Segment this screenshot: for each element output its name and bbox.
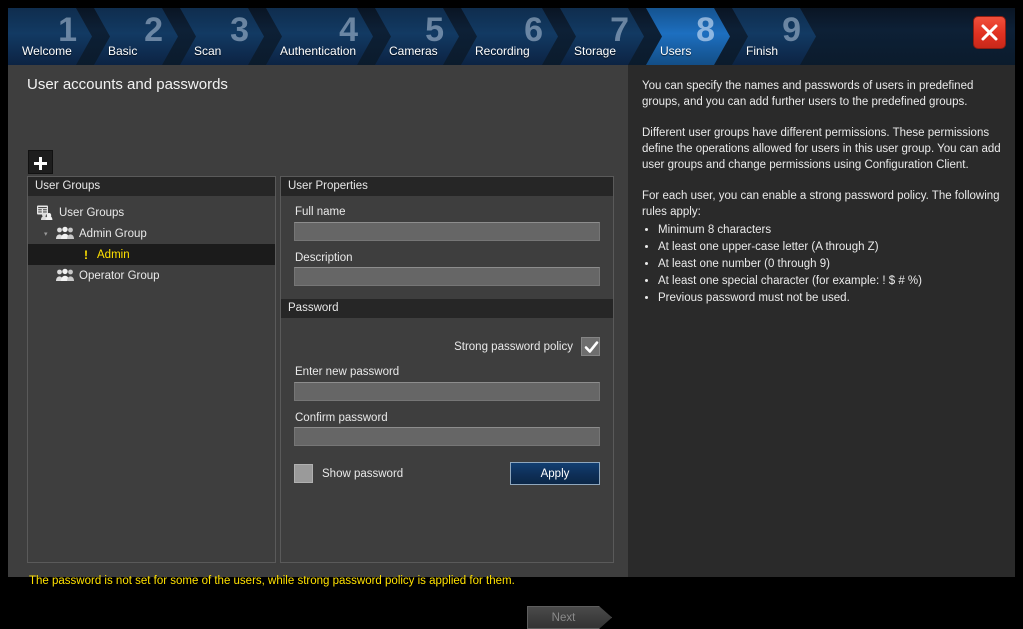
wizard-step-label: Finish bbox=[746, 44, 779, 58]
group-icon bbox=[56, 226, 74, 241]
add-user-button[interactable] bbox=[28, 150, 53, 174]
help-paragraph: Different user groups have different per… bbox=[642, 127, 1001, 171]
wizard-step-basic[interactable]: 2 Basic bbox=[94, 8, 178, 65]
full-name-input[interactable] bbox=[294, 221, 600, 241]
tree-item-label: User Groups bbox=[59, 206, 125, 219]
wizard-step-label: Scan bbox=[194, 44, 222, 58]
wizard-step-number: 9 bbox=[782, 11, 800, 49]
wizard-step-scan[interactable]: 3 Scan bbox=[180, 8, 264, 65]
tree-item-label: Admin Group bbox=[79, 227, 147, 240]
next-button-label: Next bbox=[551, 611, 576, 624]
password-form: Strong password policy Enter new passwor… bbox=[281, 318, 613, 485]
tree-item-label: Admin bbox=[97, 248, 130, 261]
help-pane: You can specify the names and passwords … bbox=[628, 65, 1015, 577]
help-rule-item: At least one upper-case letter (A throug… bbox=[658, 239, 1001, 256]
wizard-step-cameras[interactable]: 5 Cameras bbox=[375, 8, 459, 65]
wizard-step-recording[interactable]: 6 Recording bbox=[461, 8, 558, 65]
password-actions-row: Show password Apply bbox=[294, 462, 600, 485]
wizard-step-number: 3 bbox=[230, 11, 248, 49]
user-groups-panel: User Groups User Groups ▾ Admin Group! Admi… bbox=[27, 176, 276, 563]
left-pane: User accounts and passwords User Groups … bbox=[8, 65, 628, 577]
new-password-input[interactable] bbox=[294, 381, 600, 401]
tree-item-label: Operator Group bbox=[79, 269, 160, 282]
wizard-step-label: Recording bbox=[475, 44, 530, 58]
strong-password-policy-label: Strong password policy bbox=[454, 340, 573, 353]
wizard-step-label: Welcome bbox=[22, 44, 72, 58]
wizard-step-bar: 1 Welcome 2 Basic 3 Scan 4 Authentication 5 Camer… bbox=[8, 8, 1015, 65]
wizard-step-label: Authentication bbox=[280, 44, 357, 58]
strong-password-policy-row: Strong password policy bbox=[294, 337, 600, 356]
wizard-content: User accounts and passwords User Groups … bbox=[8, 65, 1015, 577]
user-properties-panel-header: User Properties bbox=[281, 177, 613, 196]
tree-item[interactable]: ! Admin bbox=[28, 244, 275, 265]
next-button[interactable]: Next bbox=[527, 606, 612, 629]
wizard-step-label: Cameras bbox=[389, 44, 438, 58]
confirm-password-input[interactable] bbox=[294, 427, 600, 446]
status-warning-message: The password is not set for some of the … bbox=[29, 575, 515, 587]
wizard-step-number: 2 bbox=[144, 11, 162, 49]
user-properties-panel: User Properties Full name Description Pa… bbox=[280, 176, 614, 563]
wizard-step-label: Basic bbox=[108, 44, 138, 58]
tree-item[interactable]: ▾ Admin Group bbox=[28, 223, 275, 244]
description-input[interactable] bbox=[294, 267, 600, 286]
wizard-step-welcome[interactable]: 1 Welcome bbox=[8, 8, 92, 65]
help-rules-list: Minimum 8 charactersAt least one upper-c… bbox=[658, 222, 1001, 307]
page-title: User accounts and passwords bbox=[27, 76, 228, 93]
apply-button[interactable]: Apply bbox=[510, 462, 600, 485]
password-section-header: Password bbox=[281, 299, 613, 318]
show-password-checkbox[interactable] bbox=[294, 464, 313, 483]
wizard-step-finish[interactable]: 9 Finish bbox=[732, 8, 816, 65]
strong-password-policy-checkbox[interactable] bbox=[581, 337, 600, 356]
tree-item[interactable]: User Groups bbox=[28, 202, 275, 223]
wizard-window: 1 Welcome 2 Basic 3 Scan 4 Authentication 5 Camer… bbox=[8, 8, 1015, 577]
full-name-label: Full name bbox=[295, 206, 346, 218]
wizard-step-number: 8 bbox=[696, 11, 714, 49]
show-password-label: Show password bbox=[322, 467, 404, 480]
tree-item[interactable]: Operator Group bbox=[28, 265, 275, 286]
confirm-password-label: Confirm password bbox=[295, 411, 388, 424]
wizard-step-label: Storage bbox=[574, 44, 617, 58]
help-paragraph: For each user, you can enable a strong p… bbox=[642, 190, 1000, 218]
user-groups-panel-header: User Groups bbox=[28, 177, 275, 196]
user-groups-root-icon bbox=[36, 205, 54, 220]
chevron-down-icon[interactable]: ▾ bbox=[44, 230, 54, 238]
wizard-step-users[interactable]: 8 Users bbox=[646, 8, 730, 65]
close-button[interactable] bbox=[973, 16, 1006, 49]
help-paragraph: You can specify the names and passwords … bbox=[642, 80, 974, 108]
wizard-step-authentication[interactable]: 4 Authentication bbox=[266, 8, 373, 65]
group-icon bbox=[56, 268, 74, 283]
help-rule-item: Minimum 8 characters bbox=[658, 222, 1001, 239]
wizard-steps: 1 Welcome 2 Basic 3 Scan 4 Authentication 5 Camer… bbox=[8, 8, 818, 65]
new-password-label: Enter new password bbox=[295, 366, 400, 378]
help-rule-item: At least one special character (for exam… bbox=[658, 273, 1001, 290]
help-rule-item: At least one number (0 through 9) bbox=[658, 256, 1001, 273]
wizard-step-label: Users bbox=[660, 44, 692, 58]
show-password-row: Show password bbox=[294, 464, 403, 483]
wizard-step-storage[interactable]: 7 Storage bbox=[560, 8, 644, 65]
user-properties-form: Full name Description bbox=[281, 196, 613, 286]
help-rule-item: Previous password must not be used. bbox=[658, 290, 1001, 307]
user-groups-tree[interactable]: User Groups ▾ Admin Group! Admin Operator Gr… bbox=[28, 196, 275, 286]
warning-icon: ! bbox=[84, 247, 88, 262]
description-label: Description bbox=[295, 251, 353, 264]
